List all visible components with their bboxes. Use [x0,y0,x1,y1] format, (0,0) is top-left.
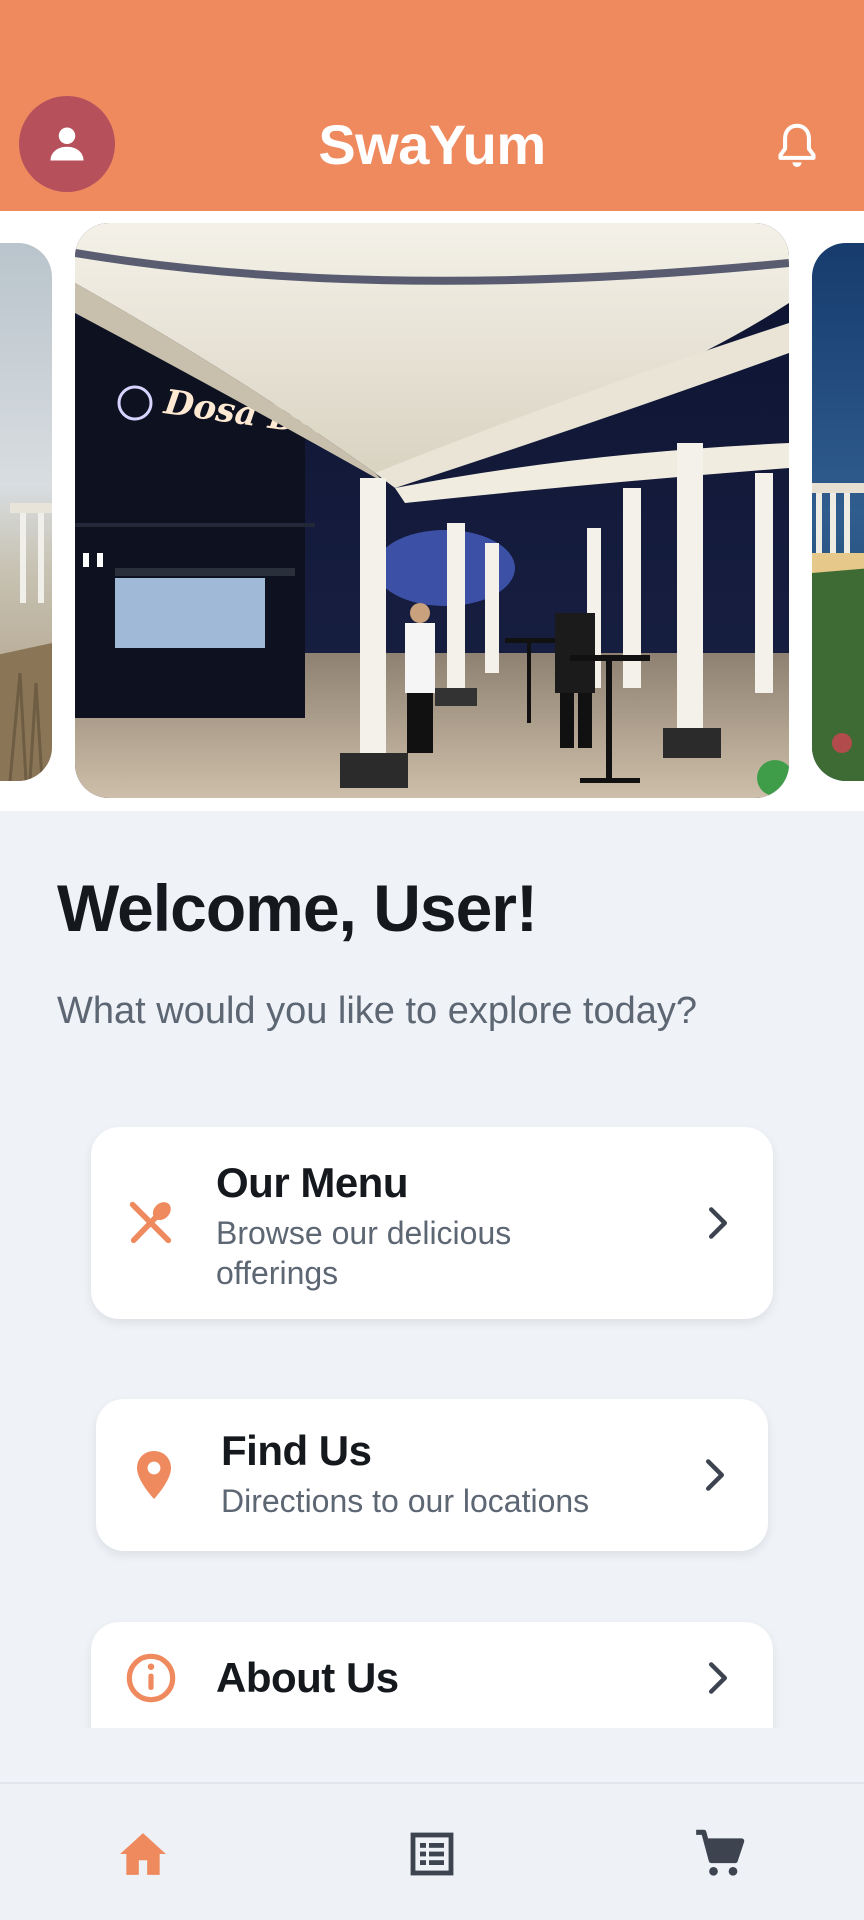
card-description: Directions to our locations [221,1483,590,1519]
carousel-image-previous [0,243,52,781]
card-title: Our Menu [216,1159,409,1206]
carousel-slide-next[interactable] [812,243,864,781]
carousel-image-dosa-diner: Dosa Diner [75,223,789,798]
app-header: SwaYum [0,0,864,211]
chevron-right-icon [703,1203,733,1243]
home-icon [120,1833,166,1875]
app-root: SwaYum Welcome, User! What would you lik… [0,0,864,1920]
about-us-card[interactable]: About Us [91,1622,773,1732]
cart-icon [696,1829,745,1876]
welcome-subtitle: What would you like to explore today? [57,990,698,1032]
find-us-card[interactable]: Find Us Directions to our locations [96,1399,768,1551]
nav-home-button[interactable] [113,1824,173,1884]
chevron-right-icon [700,1455,730,1495]
card-title: Find Us [221,1427,372,1474]
fork-spoon-icon [121,1193,181,1253]
notifications-button[interactable] [772,118,822,172]
location-pin-icon [124,1445,184,1505]
info-icon [121,1648,181,1708]
carousel-image-next [812,243,864,781]
carousel-slide-previous[interactable] [0,243,52,781]
app-title: SwaYum [318,113,546,176]
card-description: Browse our delicious offerings [216,1215,512,1291]
nav-orders-button[interactable] [402,1824,462,1884]
list-icon [410,1832,454,1876]
scroll-clip-area [0,1728,864,1782]
nav-cart-button[interactable] [690,1824,750,1884]
bell-icon [778,123,816,167]
chevron-right-icon [703,1658,733,1698]
bottom-navigation [0,1782,864,1920]
card-title: About Us [216,1654,399,1701]
image-carousel[interactable]: Dosa Diner [0,211,864,811]
our-menu-card[interactable]: Our Menu Browse our delicious offerings [91,1127,773,1319]
carousel-slide-current[interactable]: Dosa Diner [75,223,789,798]
welcome-title: Welcome, User! [57,871,538,945]
